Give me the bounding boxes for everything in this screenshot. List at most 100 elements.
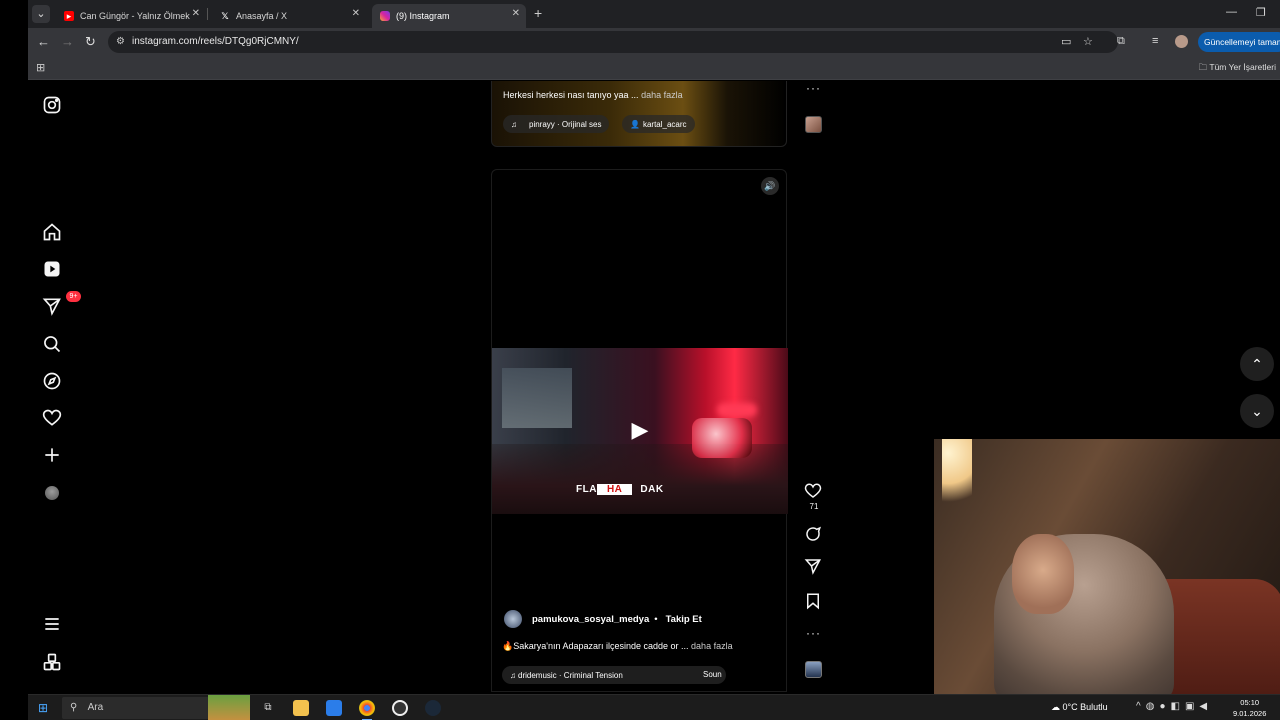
clock[interactable]: 05:10 9.01.2026: [1233, 697, 1266, 719]
webcam-lamp: [942, 439, 972, 509]
reel-previous[interactable]: Herkesi herkesi nası tanıyo yaa ... daha…: [491, 81, 787, 147]
audio-thumbnail[interactable]: [805, 116, 822, 133]
tab-youtube[interactable]: ▸ Can Güngör - Yalnız Ölmek - Yo ✕: [56, 4, 206, 28]
volume-icon[interactable]: 🔊: [761, 177, 779, 195]
maximize-icon[interactable]: ❐: [1256, 6, 1266, 19]
notification-badge: 9+: [66, 291, 81, 302]
more-apps-icon[interactable]: [42, 652, 62, 672]
chevron-down-icon[interactable]: ⌄: [1240, 394, 1274, 428]
create-icon[interactable]: [42, 445, 62, 465]
audio-pill[interactable]: ♫ dridemusic · Criminal Tension: [502, 666, 726, 684]
more-options-icon[interactable]: ···: [806, 81, 821, 95]
reel-caption: Herkesi herkesi nası tanıyo yaa ... daha…: [503, 90, 683, 100]
user-icon: 👤: [630, 119, 640, 129]
play-icon[interactable]: ▶: [626, 416, 654, 444]
author-name[interactable]: pamukova_sosyal_medya: [532, 614, 649, 625]
screen: ⌄ ▸ Can Güngör - Yalnız Ölmek - Yo ✕ 𝕏 A…: [0, 0, 1280, 720]
install-app-icon[interactable]: ▭: [1061, 35, 1071, 48]
overlay-left: FLA: [576, 484, 597, 495]
profile-avatar[interactable]: [1175, 35, 1188, 48]
address-bar[interactable]: ⚙ instagram.com/reels/DTQg0RjCMNY/: [108, 31, 1118, 53]
menu-icon[interactable]: [42, 614, 62, 634]
browser-toolbar: ← → ↻ ⚙ instagram.com/reels/DTQg0RjCMNY/…: [28, 28, 1280, 56]
save-icon[interactable]: [804, 592, 824, 612]
reel-caption: 🔥Sakarya'nın Adapazarı ilçesinde cadde o…: [502, 641, 733, 652]
messages-icon[interactable]: 9+: [42, 291, 81, 316]
sound-label[interactable]: Soun: [703, 670, 722, 679]
more-link[interactable]: daha fazla: [691, 641, 733, 651]
media-control-icon[interactable]: ≡: [1152, 35, 1158, 47]
music-note-icon: ♫: [511, 119, 517, 129]
search-icon[interactable]: [42, 334, 62, 354]
minimize-icon[interactable]: —: [1226, 6, 1237, 18]
profile-avatar[interactable]: [45, 486, 59, 500]
taskbar-search[interactable]: ⚲ Ara: [62, 697, 210, 719]
extensions-icon[interactable]: ⧉: [1117, 35, 1125, 48]
video-overlay-text: FLA HA DAK: [576, 484, 664, 495]
tab-instagram[interactable]: (9) Instagram ✕: [372, 4, 526, 28]
author-row: pamukova_sosyal_medya • Takip Et: [504, 610, 702, 628]
display-icon[interactable]: ▣: [1185, 701, 1199, 712]
forward-icon[interactable]: →: [61, 34, 74, 49]
search-icon: ⚲: [70, 702, 78, 713]
system-tray[interactable]: ^◍●◧▣◀: [1136, 701, 1212, 712]
follow-button[interactable]: Takip Et: [666, 614, 702, 625]
author-avatar[interactable]: [504, 610, 522, 628]
back-icon[interactable]: ←: [37, 34, 50, 49]
folder-icon: 🗀: [1198, 62, 1208, 72]
home-icon[interactable]: [42, 222, 62, 242]
video-police-light: [717, 403, 757, 417]
more-link[interactable]: daha fazla: [641, 90, 683, 100]
apps-grid-icon[interactable]: ⊞: [36, 61, 45, 74]
like-count: 71: [809, 502, 819, 511]
chrome-icon[interactable]: [359, 700, 375, 720]
overlay-right: DAK: [640, 484, 664, 495]
outlook-icon[interactable]: [326, 700, 342, 716]
steam-icon[interactable]: [425, 700, 441, 716]
youtube-icon: ▸: [64, 11, 74, 21]
chevron-up-icon[interactable]: ⌃: [1240, 347, 1274, 381]
tagged-user-pill[interactable]: 👤 kartal_acarc: [622, 115, 695, 133]
close-icon[interactable]: ✕: [192, 8, 200, 19]
tab-title: Anasayfa / X: [236, 11, 288, 21]
microphone-icon[interactable]: ●: [1159, 701, 1170, 712]
all-bookmarks[interactable]: 🗀 Tüm Yer İşaretleri: [1199, 62, 1276, 76]
tab-separator: [207, 8, 208, 20]
reel-current[interactable]: 🔊 ▶ FLA HA DAK pamukova_sosyal_medya • Tak…: [491, 169, 788, 692]
instagram-icon: [380, 11, 390, 21]
audio-thumbnail[interactable]: [805, 661, 822, 678]
task-view-icon[interactable]: ⧉: [260, 700, 276, 716]
chevron-up-icon[interactable]: ^: [1136, 701, 1146, 712]
reels-icon[interactable]: [42, 259, 62, 279]
all-bookmarks-label: Tüm Yer İşaretleri: [1209, 62, 1276, 72]
network-icon[interactable]: ◍: [1146, 701, 1160, 712]
speaker-icon[interactable]: ◀: [1199, 701, 1212, 712]
close-icon[interactable]: ✕: [512, 8, 520, 19]
windows-start-icon[interactable]: ⊞: [38, 701, 48, 715]
bookmark-star-icon[interactable]: ☆: [1083, 35, 1093, 48]
heart-icon[interactable]: [42, 408, 62, 428]
reel-video[interactable]: ▶ FLA HA DAK: [492, 348, 788, 514]
share-icon[interactable]: [804, 557, 824, 577]
audio-pill[interactable]: ♫ pinrayy · Orijinal ses: [503, 115, 610, 133]
separator-dot: •: [654, 613, 658, 625]
audio-label: dridemusic · Criminal Tension: [518, 670, 623, 680]
search-highlight-image[interactable]: [208, 695, 250, 720]
comment-icon[interactable]: [804, 525, 824, 545]
instagram-logo-icon[interactable]: [42, 95, 62, 115]
like-icon[interactable]: [804, 482, 824, 502]
webcam-head: [1012, 534, 1074, 614]
tab-x[interactable]: 𝕏 Anasayfa / X ✕: [212, 4, 366, 28]
more-options-icon[interactable]: ···: [806, 626, 821, 640]
weather-widget[interactable]: ☁ 0°C Bulutlu: [1051, 702, 1108, 713]
file-explorer-icon[interactable]: [293, 700, 309, 716]
explore-icon[interactable]: [42, 371, 62, 391]
site-info-icon[interactable]: ⚙: [116, 36, 125, 47]
reload-icon[interactable]: ↻: [85, 34, 96, 50]
update-button[interactable]: Güncellemeyi tamamla: [1198, 32, 1280, 52]
close-icon[interactable]: ✕: [352, 8, 360, 19]
tab-search-button[interactable]: ⌄: [32, 5, 50, 23]
volume-icon[interactable]: ◧: [1170, 701, 1184, 712]
new-tab-button[interactable]: +: [534, 5, 542, 21]
app-icon[interactable]: [392, 700, 408, 716]
